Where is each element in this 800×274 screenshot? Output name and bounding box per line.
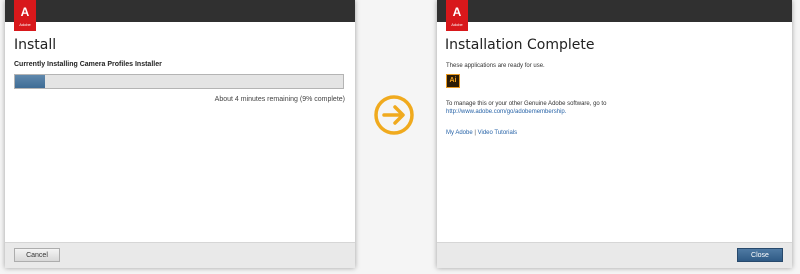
page-title: Install [14, 37, 57, 53]
link-separator: | [474, 130, 476, 136]
adobe-logo-text: Adobe [19, 22, 31, 27]
arrow-right-circle-icon [373, 94, 415, 136]
progress-bar [14, 74, 344, 89]
title-bar [437, 0, 792, 22]
my-adobe-link[interactable]: My Adobe [446, 130, 473, 136]
installation-complete-window: A Adobe Installation Complete These appl… [437, 0, 792, 268]
adobe-logo-icon: A Adobe [446, 0, 468, 31]
close-button[interactable]: Close [737, 248, 783, 262]
adobe-membership-link[interactable]: http://www.adobe.com/go/adobemembership. [446, 109, 566, 115]
install-window: A Adobe Install Currently Installing Cam… [5, 0, 355, 268]
help-links: My Adobe | Video Tutorials [446, 130, 517, 136]
footer-bar: Close [437, 242, 792, 268]
title-bar [5, 0, 355, 22]
adobe-logo-text: Adobe [451, 22, 463, 27]
manage-software-text: To manage this or your other Genuine Ado… [446, 101, 607, 107]
progress-bar-fill [15, 75, 45, 88]
video-tutorials-link[interactable]: Video Tutorials [478, 130, 518, 136]
install-status-text: Currently Installing Camera Profiles Ins… [14, 61, 162, 68]
footer-bar: Cancel [5, 242, 355, 268]
cancel-button[interactable]: Cancel [14, 248, 60, 262]
page-title: Installation Complete [445, 37, 595, 53]
ready-text: These applications are ready for use. [446, 63, 545, 69]
illustrator-app-icon: Ai [446, 74, 460, 88]
time-remaining-text: About 4 minutes remaining (9% complete) [214, 96, 345, 103]
adobe-logo-icon: A Adobe [14, 0, 36, 31]
